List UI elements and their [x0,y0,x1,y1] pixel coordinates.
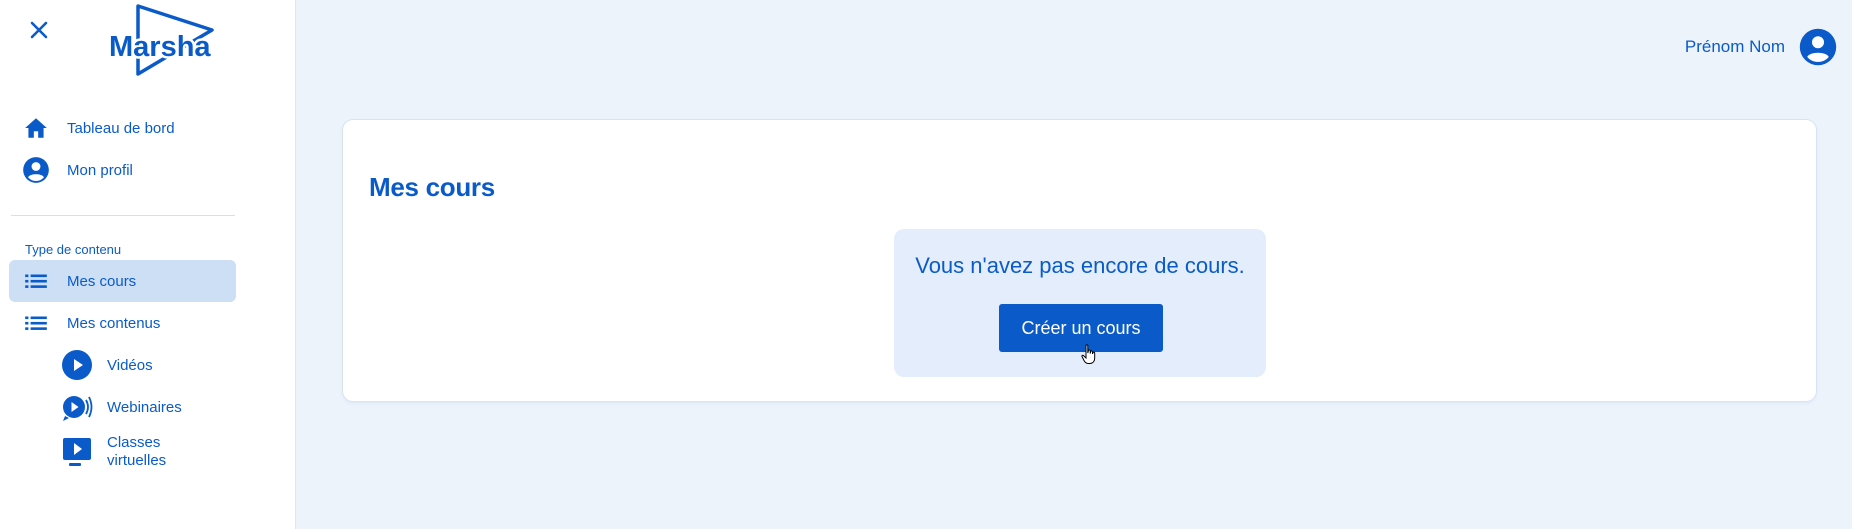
logo-text: Marsha [109,31,211,63]
empty-message: Vous n'avez pas encore de cours. [915,253,1245,278]
courses-card: Mes cours Vous n'avez pas encore de cour… [343,120,1816,401]
sidebar-item-mes-contenus[interactable]: Mes contenus [9,302,236,344]
sidebar-item-label: Vidéos [107,356,153,374]
sidebar-item-label: Tableau de bord [67,119,175,137]
play-circle-icon [61,349,93,381]
label-line-1: Classes [107,434,161,451]
sidebar-item-webinaires[interactable]: Webinaires [9,386,236,428]
section-title: Type de contenu [25,242,122,257]
webinar-icon [61,391,93,423]
sidebar-item-profile[interactable]: Mon profil [9,149,236,191]
sidebar-item-videos[interactable]: Vidéos [9,344,236,386]
sidebar-item-label: Mes cours [67,272,137,290]
sidebar-item-label: Mes contenus [67,314,161,332]
classroom-icon [61,436,93,468]
empty-state: Vous n'avez pas encore de cours. Créer u… [894,229,1266,377]
marsha-logo[interactable]: Marsha [104,2,224,78]
sidebar-item-label: Classes virtuelles [107,434,166,470]
user-name: Prénom Nom [1684,37,1785,56]
home-icon [22,114,50,142]
sidebar-item-dashboard[interactable]: Tableau de bord [9,107,236,149]
sidebar-item-label: Mon profil [67,161,133,179]
sidebar-item-mes-cours[interactable]: Mes cours [9,260,236,302]
user-menu[interactable]: Prénom Nom [1685,28,1837,66]
account-circle-icon [22,156,50,184]
sidebar-item-label: Webinaires [107,398,182,416]
sidebar-item-classes-virtuelles[interactable]: Classes virtuelles [9,428,236,476]
avatar-icon [1799,28,1837,66]
sidebar: Marsha Tableau de bord Mon profil Type d… [0,0,296,529]
hand-cursor-icon [1081,344,1097,366]
list-icon [22,309,50,337]
page-title: Mes cours [369,172,495,202]
label-line-2: virtuelles [107,452,167,469]
list-icon [22,267,50,295]
close-icon[interactable] [26,17,52,43]
sidebar-divider [11,215,235,216]
